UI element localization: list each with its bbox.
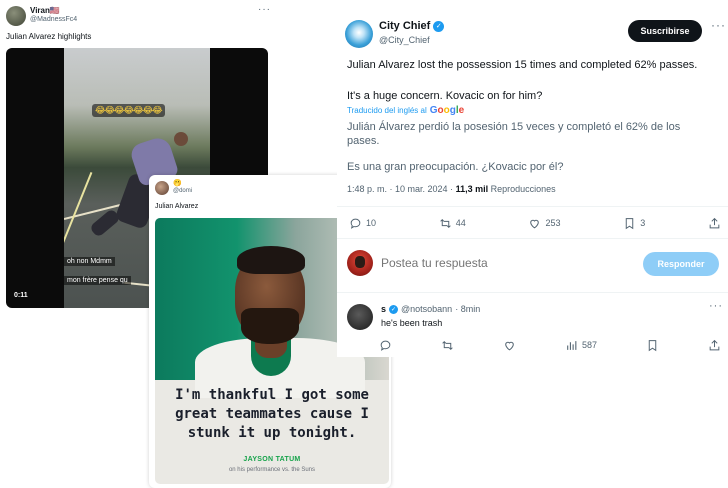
like-button[interactable]: 253 xyxy=(528,217,561,230)
divider xyxy=(337,238,728,239)
bookmark-button[interactable]: 3 xyxy=(623,217,645,230)
share-button[interactable] xyxy=(708,217,721,230)
view-count-label: Reproducciones xyxy=(488,184,556,194)
main-tweet: City Chief ✓ @City_Chief Suscribirse ···… xyxy=(337,12,728,357)
reply-icon xyxy=(380,340,391,351)
tweet-text: Julian Alvarez lost the possession 15 ti… xyxy=(347,59,698,71)
verified-badge-icon: ✓ xyxy=(389,304,399,314)
google-logo: Google xyxy=(429,105,465,116)
reply-button[interactable]: 10 xyxy=(349,217,376,230)
tweet-author-name-row[interactable]: City Chief ✓ xyxy=(379,20,445,32)
comment-text: he's been trash xyxy=(381,318,443,328)
tweet-meta: 1:48 p. m. · 10 mar. 2024 · 11,3 mil Rep… xyxy=(347,184,556,194)
retweet-icon xyxy=(440,218,451,228)
subscribe-button[interactable]: Suscribirse xyxy=(628,20,702,42)
like-count: 253 xyxy=(545,218,561,228)
share-icon xyxy=(709,217,720,228)
reply-input[interactable] xyxy=(381,256,621,270)
translation-notice[interactable]: Traducido del inglés al Google xyxy=(347,105,464,116)
share-icon xyxy=(709,339,720,350)
tweet-author-handle[interactable]: @City_Chief xyxy=(379,35,430,45)
bookmark-button[interactable] xyxy=(646,339,659,352)
analytics-icon xyxy=(567,340,577,350)
more-options-icon[interactable]: ··· xyxy=(258,4,271,15)
tweet-author-name[interactable]: Viran🇺🇸 xyxy=(30,6,60,15)
tweet-author-handle[interactable]: @domi xyxy=(173,188,192,194)
comment-actions: 587 xyxy=(379,338,721,352)
reply-icon xyxy=(350,218,361,229)
video-caption: oh non Mdmm xyxy=(64,257,115,266)
avatar[interactable] xyxy=(155,181,169,195)
like-button[interactable] xyxy=(503,339,516,352)
comment-author-handle[interactable]: @notsobann xyxy=(401,304,452,314)
more-options-icon[interactable]: ··· xyxy=(711,18,726,32)
reply-count: 10 xyxy=(366,218,377,228)
share-button[interactable] xyxy=(708,339,721,352)
translation-label: Traducido del inglés al xyxy=(347,106,427,115)
tweet-author-name[interactable]: City Chief xyxy=(379,20,430,32)
court-line xyxy=(64,171,93,285)
comment-time: · 8min xyxy=(455,304,481,314)
tweet-timestamp[interactable]: 1:48 p. m. · 10 mar. 2024 · xyxy=(347,184,456,194)
avatar[interactable] xyxy=(345,20,373,48)
retweet-count: 44 xyxy=(455,218,466,228)
quote-author: JAYSON TATUM xyxy=(243,456,301,463)
tweet-actions: 10 44 253 3 xyxy=(349,215,721,231)
translated-text: Julián Álvarez perdió la posesión 15 vec… xyxy=(347,121,681,147)
comment-view-count: 587 xyxy=(581,340,597,350)
emoji-overlay: 😂😂😂😂😂😂😂 xyxy=(92,104,165,117)
retweet-button[interactable] xyxy=(441,339,454,352)
heart-icon xyxy=(505,341,514,350)
more-options-icon[interactable]: ··· xyxy=(709,300,723,312)
reply-submit-button[interactable]: Responder xyxy=(643,252,719,276)
retweet-button[interactable]: 44 xyxy=(439,217,466,230)
screenshot-collage: Viran🇺🇸 @MadnessFc4 ··· Julian Alvarez h… xyxy=(0,0,728,488)
reply-button[interactable] xyxy=(379,339,392,352)
bookmark-count: 3 xyxy=(640,218,646,228)
verified-badge-icon: ✓ xyxy=(433,20,445,32)
quote-context: on his performance vs. the Suns xyxy=(228,467,316,473)
divider xyxy=(337,206,728,207)
bookmark-icon xyxy=(625,217,634,229)
video-caption: mon frère pense qu xyxy=(64,276,131,285)
quote-text: I'm thankful I got some great teammates … xyxy=(175,387,369,441)
comment-author-name[interactable]: s xyxy=(381,304,386,314)
tweet-text: Julian Alvarez highlights xyxy=(6,32,92,41)
views-button[interactable]: 587 xyxy=(565,339,597,352)
current-user-avatar[interactable] xyxy=(347,250,373,276)
video-timestamp: 0:11 xyxy=(14,292,28,299)
player-figure xyxy=(174,132,188,146)
avatar[interactable] xyxy=(347,304,373,330)
divider xyxy=(337,292,728,293)
tweet-text: It's a huge concern. Kovacic on for him? xyxy=(347,90,543,102)
tweet-author-name[interactable]: 🫢 xyxy=(173,179,182,187)
retweet-icon xyxy=(442,340,453,350)
player-hair xyxy=(237,246,305,274)
view-count: 11,3 mil xyxy=(455,184,489,194)
avatar[interactable] xyxy=(6,6,26,26)
tweet-text: Julian Alvarez xyxy=(155,203,199,210)
player-beard xyxy=(241,308,299,344)
tweet-author-handle[interactable]: @MadnessFc4 xyxy=(30,16,77,23)
bookmark-icon xyxy=(648,339,657,351)
heart-icon xyxy=(530,219,540,228)
comment-header: s ✓ @notsobann · 8min xyxy=(381,304,480,314)
translated-text: Es una gran preocupación. ¿Kovacic por é… xyxy=(347,161,564,173)
